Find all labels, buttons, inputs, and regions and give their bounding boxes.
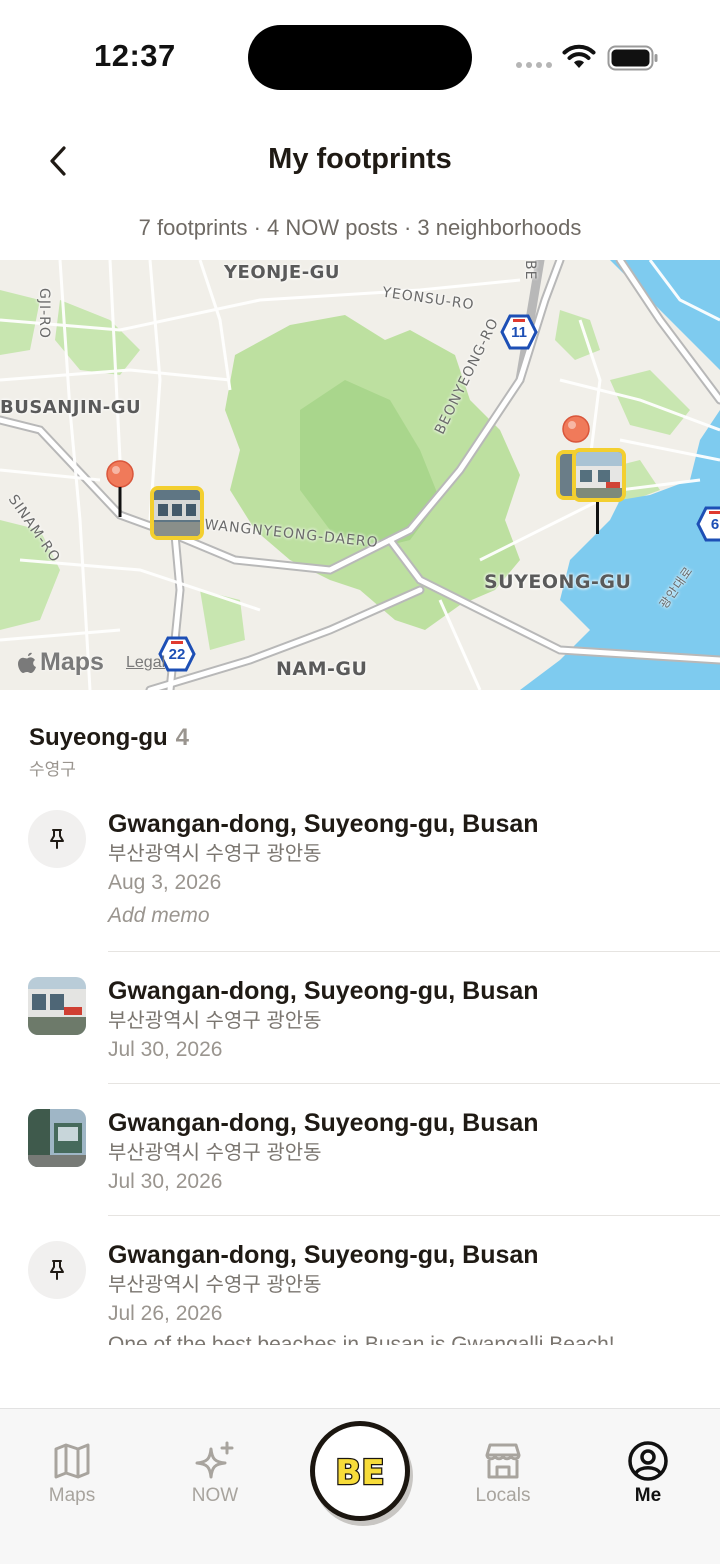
footprint-list[interactable]: Gwangan-dong, Suyeong-gu, Busan 부산광역시 수영… <box>0 792 720 1345</box>
section-count: 4 <box>175 724 190 751</box>
item-title: Gwangan-dong, Suyeong-gu, Busan <box>108 1241 539 1269</box>
apple-logo-icon <box>18 652 36 673</box>
bottom-nav: Maps NOW BE BE Locals Me <box>0 1408 720 1564</box>
photo-marker[interactable] <box>150 486 204 540</box>
item-date: Jul 26, 2026 <box>108 1302 223 1325</box>
nav-label: Me <box>634 1485 662 1506</box>
page-title: My footprints <box>268 143 452 175</box>
route-shield: 11 <box>500 314 538 350</box>
item-date: Aug 3, 2026 <box>108 871 222 894</box>
nav-locals[interactable]: Locals <box>448 1439 558 1507</box>
list-item[interactable]: Gwangan-dong, Suyeong-gu, Busan 부산광역시 수영… <box>0 1107 720 1197</box>
nav-maps[interactable]: Maps <box>17 1439 127 1507</box>
svg-text:BE: BE <box>335 1453 384 1493</box>
route-shield: 6 <box>696 506 720 542</box>
route-number: 6 <box>710 516 720 533</box>
district-label: BUSANJIN-GU <box>0 397 142 418</box>
divider <box>108 1215 720 1216</box>
nav-now[interactable]: NOW <box>160 1439 270 1507</box>
item-title: Gwangan-dong, Suyeong-gu, Busan <box>108 977 539 1005</box>
road-label: GJI-RO <box>36 288 52 339</box>
photo-marker[interactable] <box>572 448 626 502</box>
wifi-icon <box>562 44 596 68</box>
map-legal-link[interactable]: Legal <box>126 654 165 672</box>
divider <box>108 951 720 952</box>
section-title: Suyeong-gu 4 <box>29 724 189 752</box>
status-time: 12:37 <box>94 38 176 73</box>
nav-label: Maps <box>48 1485 96 1506</box>
add-memo-button[interactable]: Add memo <box>108 898 720 934</box>
pushpin-icon <box>50 1260 64 1280</box>
apple-maps-attribution: Maps <box>18 648 104 677</box>
battery-icon <box>607 45 658 71</box>
list-item[interactable]: Gwangan-dong, Suyeong-gu, Busan 부산광역시 수영… <box>0 1239 720 1345</box>
nav-label: NOW <box>191 1485 239 1506</box>
sparkles-icon <box>195 1441 234 1479</box>
district-label: SUYEONG-GU <box>484 571 632 593</box>
item-title: Gwangan-dong, Suyeong-gu, Busan <box>108 1109 539 1137</box>
item-date: Jul 30, 2026 <box>108 1038 223 1061</box>
footprint-summary: 7 footprints · 4 NOW posts · 3 neighborh… <box>138 215 582 240</box>
be-logo-icon: BE <box>334 1452 386 1494</box>
item-address: 부산광역시 수영구 광안동 <box>108 1142 322 1164</box>
storefront-icon <box>485 1443 521 1479</box>
nav-label: Locals <box>475 1485 531 1506</box>
profile-icon <box>628 1441 668 1481</box>
status-bar: 12:37 <box>0 0 720 110</box>
item-date: Jul 30, 2026 <box>108 1170 223 1193</box>
photo-thumbnail <box>28 977 86 1035</box>
route-number: 11 <box>511 324 527 341</box>
pin-thumbnail <box>28 1241 86 1299</box>
footprints-map[interactable]: YEONJE-GU BUSANJIN-GU SUYEONG-GU NAM-GU … <box>0 260 720 690</box>
section-name: Suyeong-gu <box>29 724 168 751</box>
district-label: NAM-GU <box>276 658 368 680</box>
map-icon <box>54 1443 90 1479</box>
cellular-signal-icon <box>516 62 552 68</box>
district-label: YEONJE-GU <box>224 262 341 283</box>
map-pin-stem <box>596 498 599 534</box>
be-center-button[interactable]: BE BE <box>310 1421 410 1521</box>
item-address: 부산광역시 수영구 광안동 <box>108 843 322 865</box>
item-address: 부산광역시 수영구 광안동 <box>108 1274 322 1296</box>
list-item[interactable]: Gwangan-dong, Suyeong-gu, Busan 부산광역시 수영… <box>0 808 720 934</box>
section-subtitle: 수영구 <box>29 760 76 779</box>
nav-me[interactable]: Me <box>593 1439 703 1507</box>
list-item[interactable]: Gwangan-dong, Suyeong-gu, Busan 부산광역시 수영… <box>0 975 720 1065</box>
item-memo-text: One of the best beaches in Busan is Gwan… <box>108 1333 615 1345</box>
divider <box>108 1083 720 1084</box>
dynamic-island <box>248 25 472 90</box>
road-label: BE <box>522 260 538 281</box>
maps-attribution-text: Maps <box>40 648 104 676</box>
item-address: 부산광역시 수영구 광안동 <box>108 1010 322 1032</box>
pin-thumbnail <box>28 810 86 868</box>
photo-thumbnail <box>28 1109 86 1167</box>
item-title: Gwangan-dong, Suyeong-gu, Busan <box>108 810 539 838</box>
pushpin-icon <box>50 829 64 849</box>
map-pin-marker[interactable] <box>105 460 135 518</box>
